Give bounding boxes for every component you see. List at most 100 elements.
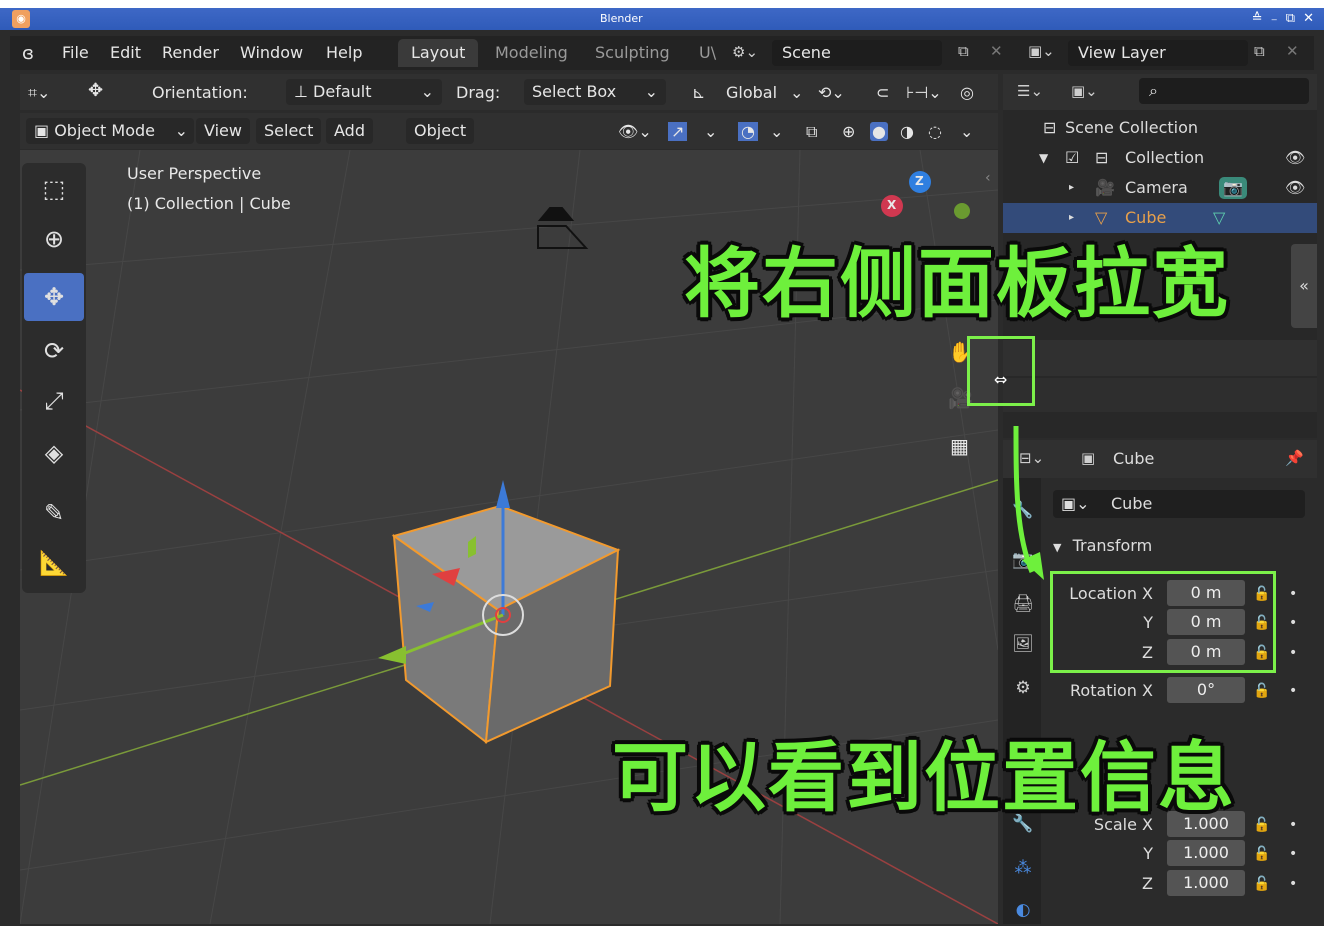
physics-tab-icon[interactable]: ◐ [1011,900,1035,926]
viewport-menu-select[interactable]: Select [256,118,322,144]
new-view-layer-icon[interactable]: ⧉ [1254,42,1265,60]
move-tool-icon[interactable]: ✥ [88,80,103,101]
outliner-filter-icon[interactable]: ▣⌄ [1071,82,1098,100]
snap-magnet-icon[interactable]: ⊂ [876,83,889,102]
viewport-menu-view[interactable]: View [196,118,250,144]
rotation-x-field[interactable]: 0° [1167,677,1245,703]
move-tool-icon[interactable]: ✥ [24,273,84,321]
blender-logo-icon[interactable]: ɞ [22,43,34,64]
rotation-x-label: Rotation X [1070,681,1153,700]
pin-icon[interactable]: 📌 [1285,449,1304,467]
resize-cursor-icon: ⇔ [994,370,1008,389]
transform-space-icon[interactable]: ⊾ [692,83,705,102]
properties-panel: ▣⌄ Cube ▼ Transform Location X 0 m 🔓 • Y… [1041,478,1317,924]
scene-selector-icon[interactable]: ⚙⌄ [732,43,758,61]
checkbox-icon[interactable]: ☑ [1065,143,1079,173]
eye-icon[interactable]: 👁 [1285,173,1305,203]
outliner-search-input[interactable]: ⌕ [1139,78,1309,104]
transform-space-value[interactable]: Global [726,83,777,102]
scale-y-field[interactable]: 1.000 [1167,840,1245,866]
outliner-empty-row [1003,340,1317,376]
outliner-row-scene-collection[interactable]: ⊟ Scene Collection [1003,113,1317,143]
sidebar-toggle-icon[interactable]: ‹ [985,170,991,186]
chevron-down-icon[interactable]: ⌄ [790,83,803,102]
scene-tab-icon[interactable]: ⚙ [1011,678,1035,704]
window-controls[interactable]: ≙ ₋ ⧉ ✕ [1252,11,1316,26]
snap-icon[interactable]: ⌗⌄ [28,83,50,103]
menu-window[interactable]: Window [240,43,303,62]
delete-view-layer-icon[interactable]: ✕ [1286,42,1299,60]
drag-dropdown[interactable]: Select Box ⌄ [524,79,666,105]
overlay-toggle-icon[interactable]: ◔ [738,122,758,141]
particles-tab-icon[interactable]: ⁂ [1011,858,1035,884]
select-box-tool-icon[interactable]: ⬚ [24,165,84,213]
keyframe-dot-icon[interactable]: • [1289,677,1297,705]
lock-icon[interactable]: 🔓 [1253,677,1270,705]
object-name-field[interactable]: ▣⌄ Cube [1053,490,1305,518]
keyframe-dot-icon[interactable]: • [1289,639,1297,667]
annotate-tool-icon[interactable]: ✎ [24,489,84,537]
lock-icon[interactable]: 🔓 [1253,870,1270,898]
menu-edit[interactable]: Edit [110,43,141,62]
xray-icon[interactable]: ⧉ [806,122,817,142]
rendered-shading-icon[interactable]: ◌ [928,122,942,141]
ortho-grid-icon[interactable]: ▦ [950,434,969,458]
chevron-down-icon[interactable]: ⌄ [770,122,783,141]
rotate-tool-icon[interactable]: ⟳ [24,327,84,375]
expand-arrow-icon[interactable]: ▸ [1069,173,1074,203]
delete-scene-icon[interactable]: ✕ [990,42,1003,60]
keyframe-dot-icon[interactable]: • [1289,870,1297,898]
outliner-row-collection[interactable]: ▼ ☑ ⊟ Collection 👁 [1003,143,1317,173]
expand-arrow-icon[interactable]: ▼ [1039,143,1048,173]
keyframe-dot-icon[interactable]: • [1289,840,1297,868]
lock-icon[interactable]: 🔓 [1253,840,1270,868]
menu-file[interactable]: File [62,43,89,62]
snap-target-icon[interactable]: ⊦⊣⌄ [906,83,942,102]
viewport-menu-object[interactable]: Object [406,118,475,144]
output-tab-icon[interactable]: 🖨 [1011,594,1035,620]
solid-shading-icon[interactable]: ● [870,122,888,141]
new-scene-icon[interactable]: ⧉ [958,42,969,60]
view-layer-icon[interactable]: ▣⌄ [1028,42,1055,60]
outliner-display-mode-icon[interactable]: ☰⌄ [1017,82,1043,100]
gizmo-toggle-icon[interactable]: ↗ [668,122,688,141]
eye-icon[interactable]: 👁 [1285,143,1305,173]
outliner-row-camera[interactable]: ▸ 🎥 Camera 📷 👁 [1003,173,1317,203]
scale-tool-icon[interactable]: ⤢ [24,377,84,425]
viewport-menu-add[interactable]: Add [326,118,373,144]
object-mode-dropdown[interactable]: ▣ Object Mode ⌄ [26,118,194,144]
pivot-icon[interactable]: ⟲⌄ [818,83,845,102]
menu-help[interactable]: Help [326,43,362,62]
nav-gizmo-x-label[interactable]: X [887,198,896,212]
cursor-tool-icon[interactable]: ⊕ [24,215,84,263]
orientation-dropdown[interactable]: ⊥ Default ⌄ [286,79,442,105]
keyframe-dot-icon[interactable]: • [1289,580,1297,608]
nav-gizmo-z-label[interactable]: Z [915,174,924,188]
tab-modeling[interactable]: Modeling [482,39,581,67]
chevron-down-icon[interactable]: ⌄ [960,122,973,141]
viewport-context-label: (1) Collection | Cube [127,194,291,213]
keyframe-dot-icon[interactable]: • [1289,811,1297,839]
annotation-top-text: 将右侧面板拉宽 [684,239,1230,328]
material-shading-icon[interactable]: ◑ [900,122,914,141]
measure-tool-icon[interactable]: 📐 [24,539,84,587]
view-layer-tab-icon[interactable]: 🖼 [1011,634,1035,660]
menu-render[interactable]: Render [162,43,219,62]
visibility-icon[interactable]: 👁⌄ [618,122,652,141]
lock-icon[interactable]: 🔓 [1253,811,1270,839]
chevron-down-icon[interactable]: ⌄ [704,122,717,141]
scene-name-field[interactable]: Scene [772,40,942,66]
wireframe-shading-icon[interactable]: ⊕ [842,122,855,141]
tab-more[interactable]: U\ [686,39,729,67]
tab-sculpting[interactable]: Sculpting [582,39,683,67]
scale-z-field[interactable]: 1.000 [1167,870,1245,896]
tab-layout[interactable]: Layout [398,39,479,67]
scale-y-label: Y [1143,844,1153,863]
keyframe-dot-icon[interactable]: • [1289,609,1297,637]
camera-data-icon[interactable]: 📷 [1219,177,1247,199]
sidebar-collapse-icon[interactable]: « [1291,244,1317,328]
transform-panel-header[interactable]: ▼ Transform [1053,536,1152,555]
transform-tool-icon[interactable]: ◈ [24,429,84,477]
proportional-edit-icon[interactable]: ◎ [960,83,974,102]
view-layer-field[interactable]: View Layer [1068,40,1248,66]
